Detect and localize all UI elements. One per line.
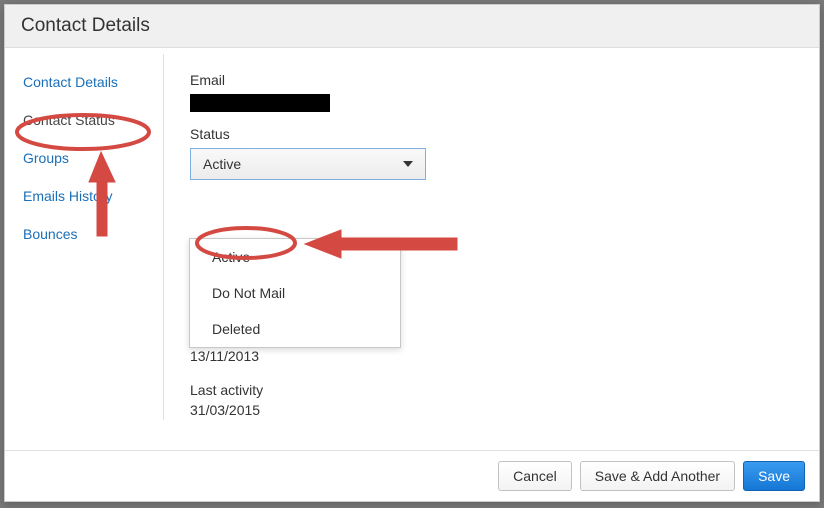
modal-title: Contact Details (5, 5, 819, 48)
contact-details-modal: Contact Details Contact Details Contact … (4, 4, 820, 502)
sidebar: Contact Details Contact Status Groups Em… (5, 54, 164, 420)
status-option-active[interactable]: Active (190, 239, 400, 275)
last-activity-label: Last activity (190, 382, 793, 398)
status-select[interactable]: Active (190, 148, 426, 180)
email-value-redacted (190, 94, 330, 112)
status-option-deleted[interactable]: Deleted (190, 311, 400, 347)
save-add-another-button[interactable]: Save & Add Another (580, 461, 735, 491)
sidebar-item-contact-status[interactable]: Contact Status (23, 112, 163, 128)
last-activity-value: 31/03/2015 (190, 402, 793, 418)
cancel-button[interactable]: Cancel (498, 461, 572, 491)
email-label: Email (190, 72, 793, 88)
modal-footer: Cancel Save & Add Another Save (5, 450, 819, 501)
save-button[interactable]: Save (743, 461, 805, 491)
status-label: Status (190, 126, 793, 142)
chevron-down-icon (403, 161, 413, 167)
sidebar-item-contact-details[interactable]: Contact Details (23, 74, 163, 90)
sidebar-item-emails-history[interactable]: Emails History (23, 188, 163, 204)
sidebar-item-bounces[interactable]: Bounces (23, 226, 163, 242)
sidebar-item-groups[interactable]: Groups (23, 150, 163, 166)
status-dropdown: Active Do Not Mail Deleted (189, 238, 401, 348)
status-option-do-not-mail[interactable]: Do Not Mail (190, 275, 400, 311)
last-change-status-value: 13/11/2013 (190, 348, 793, 364)
status-select-value: Active (203, 156, 241, 172)
